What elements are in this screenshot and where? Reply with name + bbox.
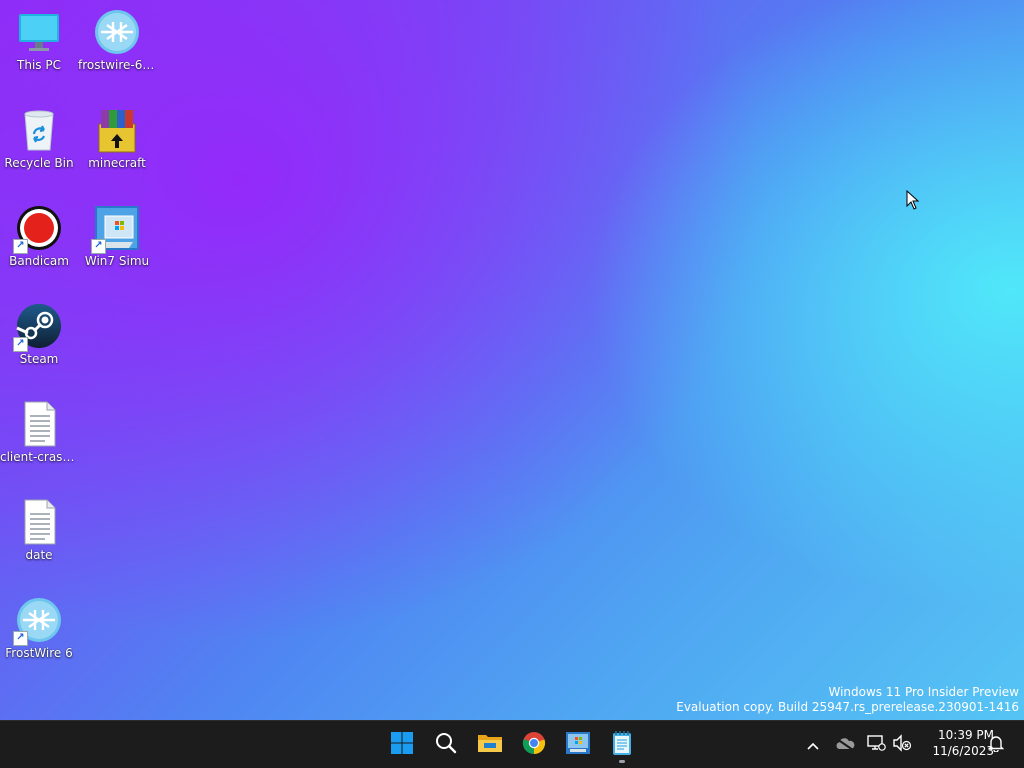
notepad-taskbar-button[interactable] [602,725,642,765]
recycle-bin-icon [15,106,63,154]
taskbar-clock[interactable]: 10:39 PM 11/6/2023 [918,727,994,759]
desktop-icon-label: Bandicam [9,254,69,268]
frostwire-icon: ↗ [13,596,63,646]
start-button[interactable] [382,725,422,765]
running-indicator [619,760,625,763]
file-explorer-button[interactable] [470,725,510,765]
chrome-button[interactable] [514,725,554,765]
desktop-icon-label: date [25,548,53,562]
watermark-edition: Windows 11 Pro Insider Preview [828,685,1019,699]
desktop-icon-steam[interactable]: ↗ Steam [0,298,78,366]
winrar-archive-icon [93,106,141,154]
onedrive-tray-button[interactable] [833,733,857,757]
desktop-icon-client-crash[interactable]: client-crash... [0,396,78,464]
win7-simu-taskbar-button[interactable] [558,725,598,765]
search-button[interactable] [426,725,466,765]
desktop-icon-date[interactable]: date [0,494,78,562]
shortcut-arrow-icon: ↗ [91,239,106,254]
onedrive-icon [835,736,855,755]
frostwire-icon [93,8,141,56]
mouse-cursor-icon [906,189,920,214]
win7-simu-icon: ↗ [91,204,141,254]
shortcut-arrow-icon: ↗ [13,631,28,646]
shortcut-arrow-icon: ↗ [13,337,28,352]
network-tray-button[interactable] [864,733,888,757]
desktop-icon-win7-simu[interactable]: ↗ Win7 Simu [78,200,156,268]
show-hidden-icons-button[interactable] [801,733,825,757]
clock-time: 10:39 PM [938,728,994,742]
start-icon [390,731,414,759]
this-pc-icon [15,8,63,56]
desktop-icon-label: Steam [19,352,59,366]
desktop-icon-label: Recycle Bin [4,156,74,170]
desktop[interactable]: This PC frostwire-6.... Recycle Bin mine… [0,0,1024,720]
shortcut-arrow-icon: ↗ [13,239,28,254]
desktop-icon-label: frostwire-6.... [78,58,156,72]
desktop-icon-label: minecraft [88,156,146,170]
desktop-icon-bandicam[interactable]: ↗ Bandicam [0,200,78,268]
text-file-icon [15,498,63,546]
taskbar: 10:39 PM 11/6/2023 [0,720,1024,768]
windows-evaluation-watermark: Windows 11 Pro Insider Preview Evaluatio… [676,685,1019,715]
desktop-icon-label: This PC [17,58,61,72]
network-icon [866,734,886,756]
bandicam-icon: ↗ [13,204,63,254]
file-explorer-icon [477,731,503,759]
desktop-icon-label: FrostWire 6 [5,646,73,660]
chevron-up-icon [806,736,820,755]
desktop-icon-frostwire[interactable]: ↗ FrostWire 6 [0,592,78,660]
notification-bell-icon [987,734,1005,756]
steam-icon: ↗ [13,302,63,352]
text-file-icon [15,400,63,448]
notifications-button[interactable] [984,733,1008,757]
win7-simu-icon [565,731,591,759]
desktop-icon-minecraft[interactable]: minecraft [78,102,156,170]
chrome-icon [522,731,546,759]
desktop-icon-label: Win7 Simu [84,254,150,268]
clock-date: 11/6/2023 [932,744,994,758]
watermark-build: Evaluation copy. Build 25947.rs_prerelea… [676,700,1019,714]
volume-muted-icon [892,734,912,756]
volume-tray-button[interactable] [890,733,914,757]
search-icon [434,731,458,759]
desktop-icon-recycle-bin[interactable]: Recycle Bin [0,102,78,170]
desktop-icon-frostwire-installer[interactable]: frostwire-6.... [78,4,156,72]
desktop-icon-label: client-crash... [0,450,78,464]
desktop-icon-this-pc[interactable]: This PC [0,4,78,72]
notepad-icon [611,730,633,760]
